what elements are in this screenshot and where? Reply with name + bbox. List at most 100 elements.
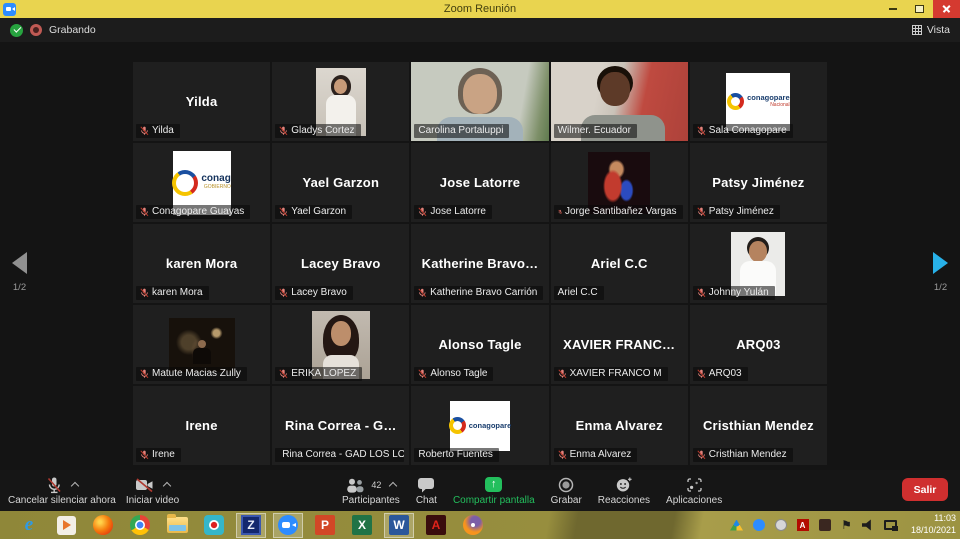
participant-tile[interactable]: Johnny Yulán (690, 224, 827, 303)
participant-tile[interactable]: Katherine Bravo… Katherine Bravo Carrión (411, 224, 548, 303)
participant-photo (169, 318, 235, 372)
taskbar-avast[interactable] (458, 513, 488, 538)
participant-tile[interactable]: Yael Garzon Yael Garzon (272, 143, 409, 222)
participant-name-label: Roberto Fuentes (418, 449, 493, 460)
participant-name-label: Jorge Santibañez Vargas (565, 206, 677, 217)
muted-mic-icon (140, 450, 149, 460)
participant-nameplate: Rina Correa - GAD LOS LO… (275, 448, 404, 462)
participant-tile[interactable]: ARQ03 ARQ03 (690, 305, 827, 384)
participant-grid: Yilda Yilda (133, 62, 827, 465)
start-video-button[interactable]: Iniciar video (126, 475, 179, 506)
record-button[interactable]: Grabar (551, 475, 582, 506)
reactions-button[interactable]: Reacciones (598, 475, 650, 506)
participant-tile[interactable]: Alonso Tagle Alonso Tagle (411, 305, 548, 384)
taskbar-media-player[interactable] (51, 513, 81, 538)
taskbar-internet-explorer[interactable]: e (14, 513, 44, 538)
recording-indicator-icon[interactable] (30, 24, 42, 36)
taskbar-clock[interactable]: 11:03 18/10/2021 (906, 513, 956, 536)
taskbar-excel[interactable]: X (347, 513, 377, 538)
taskbar-powerpoint[interactable]: P (310, 513, 340, 538)
apps-button[interactable]: Aplicaciones (666, 475, 722, 506)
tray-zoom-tray[interactable] (751, 518, 766, 533)
meeting-header: Grabando Vista (0, 18, 960, 42)
participant-tile[interactable]: Jorge Santibañez Vargas (551, 143, 688, 222)
taskbar-scanner-app[interactable]: Z (236, 513, 266, 538)
tray-unknown-tray[interactable] (817, 518, 832, 533)
participant-nameplate: XAVIER FRANCO M (554, 367, 668, 381)
tray-volume[interactable] (861, 518, 876, 533)
muted-mic-icon (558, 207, 562, 217)
participant-nameplate: Enma Alvarez (554, 448, 638, 462)
internet-explorer-icon: e (25, 514, 33, 536)
taskbar-firefox[interactable] (88, 513, 118, 538)
share-icon: ↑ (485, 477, 502, 492)
participant-nameplate: Sala Conagopare (693, 124, 793, 138)
participant-name-label: Rina Correa - GAD LOS LO… (282, 449, 404, 460)
prev-page-button[interactable]: 1/2 (12, 252, 27, 293)
chevron-up-icon[interactable] (163, 482, 171, 490)
participant-display-name: Ariel C.C (591, 256, 648, 271)
view-button[interactable]: Vista (912, 24, 950, 36)
chevron-up-icon[interactable] (389, 482, 397, 490)
participant-nameplate: Alonso Tagle (414, 367, 493, 381)
muted-mic-icon (558, 369, 567, 379)
participant-name-label: Cristhian Mendez (709, 449, 787, 460)
taskbar-zoom-app[interactable] (273, 513, 303, 538)
share-screen-button[interactable]: ↑ Compartir pantalla (453, 475, 535, 506)
chat-button[interactable]: Chat (416, 475, 437, 506)
next-page-button[interactable]: 1/2 (933, 252, 948, 293)
participant-tile[interactable]: Lacey Bravo Lacey Bravo (272, 224, 409, 303)
participants-button[interactable]: 42 Participantes (342, 475, 400, 506)
muted-mic-icon (279, 288, 288, 298)
start-video-label: Iniciar video (126, 495, 179, 506)
logo-swirl-icon (172, 170, 198, 196)
muted-mic-icon (279, 126, 288, 136)
participant-name-label: Johnny Yulán (709, 287, 769, 298)
taskbar-chrome[interactable] (125, 513, 155, 538)
participant-tile[interactable]: Cristhian Mendez Cristhian Mendez (690, 386, 827, 465)
taskbar-file-explorer[interactable] (162, 513, 192, 538)
participant-tile[interactable]: Irene Irene (133, 386, 270, 465)
security-shield-icon[interactable] (10, 24, 23, 37)
close-button[interactable] (933, 0, 960, 18)
participant-name-label: Lacey Bravo (291, 287, 347, 298)
participant-tile[interactable]: Matute Macias Zully (133, 305, 270, 384)
participant-tile[interactable]: karen Mora karen Mora (133, 224, 270, 303)
taskbar-word[interactable]: W (384, 513, 414, 538)
leave-button[interactable]: Salir (902, 478, 948, 501)
record-label: Grabar (551, 495, 582, 506)
participant-tile[interactable]: Wilmer. Ecuador (551, 62, 688, 141)
unmute-button[interactable]: Cancelar silenciar ahora (8, 475, 116, 506)
participant-tile[interactable]: Enma Alvarez Enma Alvarez (551, 386, 688, 465)
tray-network[interactable] (883, 518, 898, 533)
participant-tile[interactable]: conagopare Nacional Sala Conagopare (690, 62, 827, 141)
participant-tile[interactable]: Patsy Jiménez Patsy Jiménez (690, 143, 827, 222)
taskbar-screen-recorder[interactable] (199, 513, 229, 538)
minimize-button[interactable] (879, 0, 906, 18)
taskbar-acrobat[interactable]: A (421, 513, 451, 538)
window-controls (879, 0, 960, 18)
tray-google-drive[interactable] (729, 518, 744, 533)
tray-action-center-flag[interactable]: ⚑ (839, 518, 854, 533)
participant-tile[interactable]: conag GOBIERNO Conagopare Guayas (133, 143, 270, 222)
participant-tile[interactable]: ERIKA LOPEZ (272, 305, 409, 384)
participant-tile[interactable]: Carolina Portaluppi (411, 62, 548, 141)
participant-tile[interactable]: Yilda Yilda (133, 62, 270, 141)
tray-hidden-icons[interactable] (773, 518, 788, 533)
participant-nameplate: Gladys Cortez (275, 124, 360, 138)
participant-tile[interactable]: Gladys Cortez (272, 62, 409, 141)
logo-swirl-icon (449, 417, 466, 434)
muted-mic-icon (140, 369, 149, 379)
participant-tile[interactable]: Ariel C.C Ariel C.C (551, 224, 688, 303)
participant-name-label: Jose Latorre (430, 206, 486, 217)
maximize-button[interactable] (906, 0, 933, 18)
participant-tile[interactable]: Rina Correa - G… Rina Correa - GAD LOS L… (272, 386, 409, 465)
participant-tile[interactable]: Jose Latorre Jose Latorre (411, 143, 548, 222)
participant-tile[interactable]: XAVIER FRANC… XAVIER FRANCO M (551, 305, 688, 384)
participant-name-label: Conagopare Guayas (152, 206, 244, 217)
chevron-up-icon[interactable] (71, 482, 79, 490)
participant-tile[interactable]: conagopare Roberto Fuentes (411, 386, 548, 465)
participant-nameplate: ARQ03 (693, 367, 748, 381)
participant-nameplate: Yael Garzon (275, 205, 352, 219)
tray-acrobat-tray[interactable]: A (795, 518, 810, 533)
